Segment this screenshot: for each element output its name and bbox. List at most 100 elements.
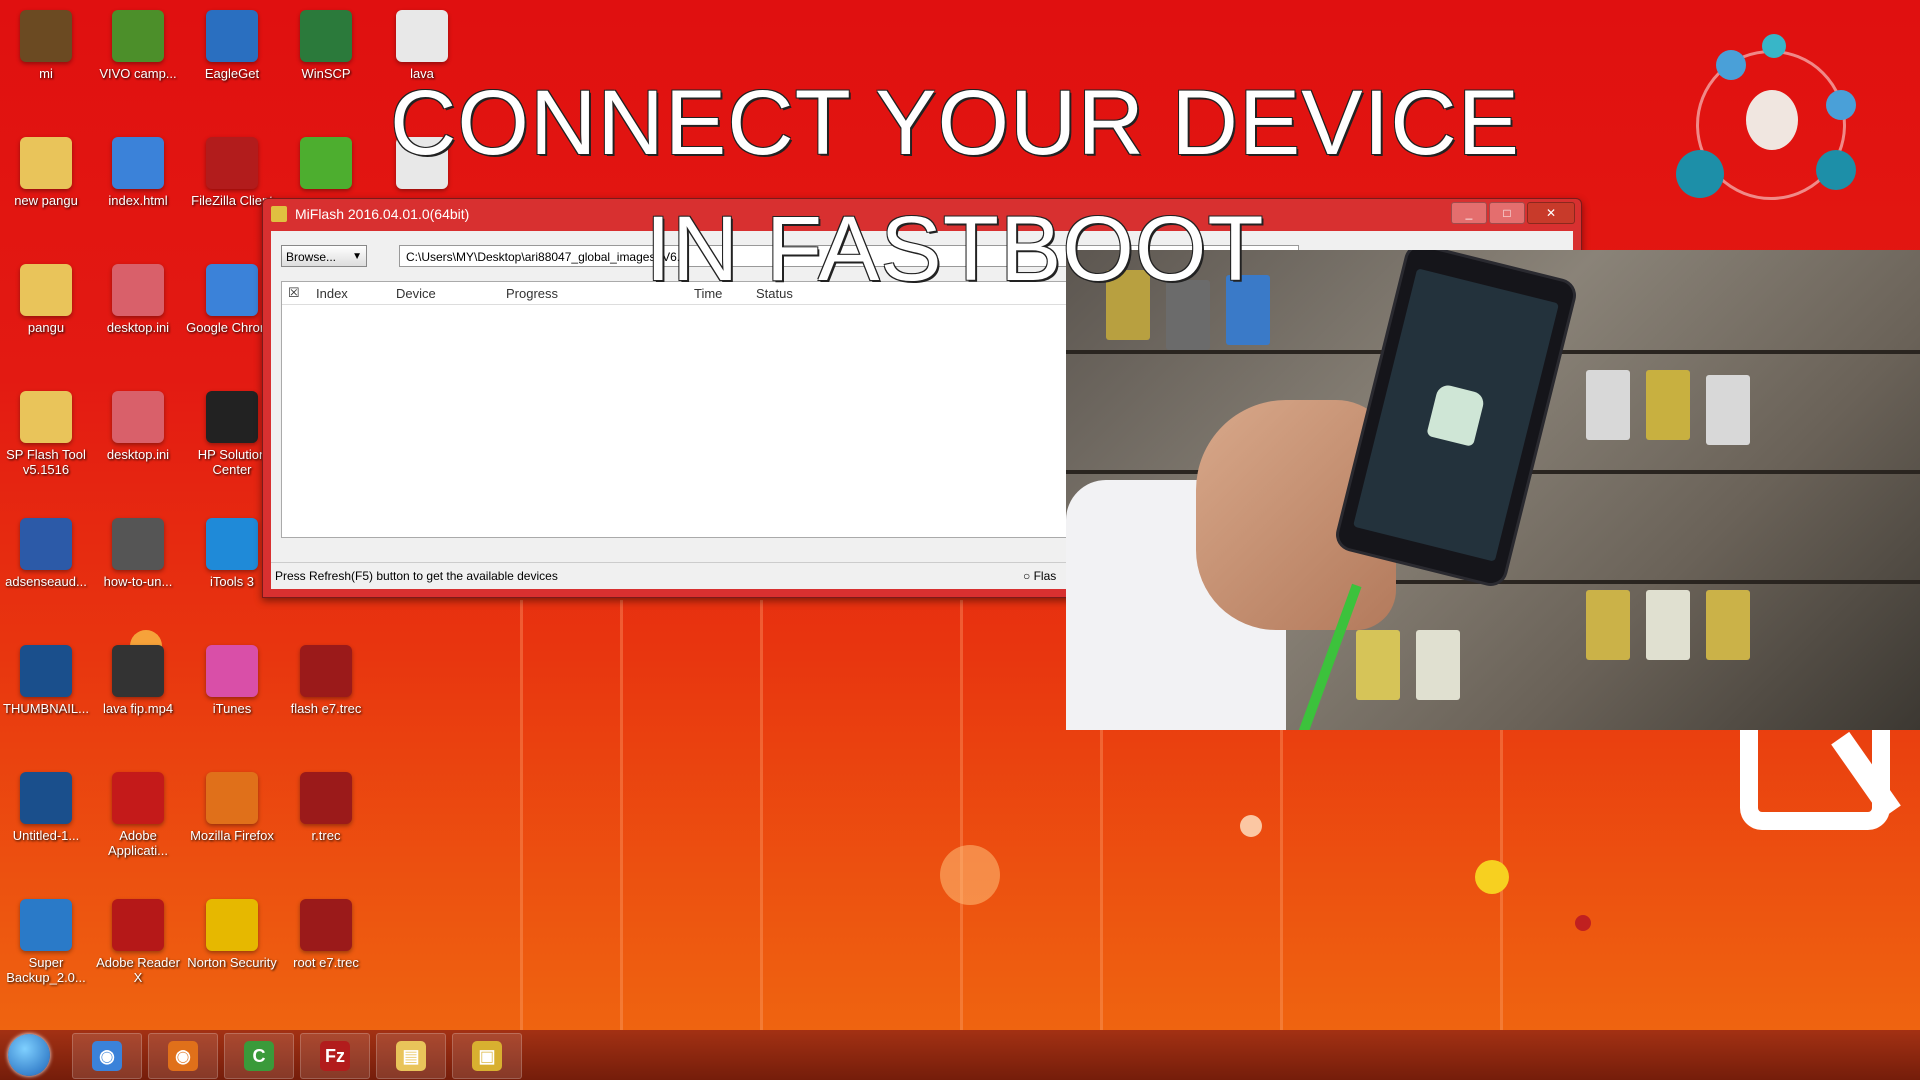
fastboot-screen (1352, 268, 1560, 562)
desktop-icon[interactable]: Norton Security (186, 889, 278, 1009)
filezilla-icon: Fz (320, 1041, 350, 1071)
desktop-icon-label: THUMBNAIL... (3, 701, 89, 716)
firefox-icon: ◉ (168, 1041, 198, 1071)
desktop-icon[interactable]: iTunes (186, 635, 278, 755)
wallpaper-dot (1240, 815, 1262, 837)
norton-icon (206, 899, 258, 951)
desktop-icon[interactable]: Super Backup_2.0... (0, 889, 92, 1009)
desktop-icon-label: adsenseaud... (5, 574, 87, 589)
desktop-icon[interactable]: Adobe Applicati... (92, 762, 184, 882)
photoshop-icon (20, 645, 72, 697)
desktop-icon[interactable]: index.html (92, 127, 184, 247)
hp-icon (206, 391, 258, 443)
product-pack (1706, 375, 1750, 445)
flash-option-radio[interactable]: ○ Flas (1023, 563, 1056, 589)
ini-file-icon (112, 391, 164, 443)
desktop-icon-label: r.trec (311, 828, 341, 843)
product-pack (1586, 370, 1630, 440)
folder-icon (20, 391, 72, 443)
desktop-icon-label: how-to-un... (103, 574, 173, 589)
desktop-icon[interactable]: desktop.ini (92, 381, 184, 501)
desktop-icon-label: new pangu (14, 193, 78, 208)
wallpaper-stripe (760, 600, 763, 1030)
desktop-icon-label: Adobe Reader X (96, 955, 180, 985)
desktop-icon-label: Untitled-1... (12, 828, 80, 843)
start-button[interactable] (8, 1034, 50, 1076)
desktop-icon[interactable]: root e7.trec (280, 889, 372, 1009)
wallpaper-dot (940, 845, 1000, 905)
desktop-icon-label: Super Backup_2.0... (6, 955, 86, 985)
desktop-icon[interactable]: adsenseaud... (0, 508, 92, 628)
image-file-icon (112, 518, 164, 570)
desktop-icon[interactable]: pangu (0, 254, 92, 374)
taskbar-button[interactable]: ◉ (72, 1033, 142, 1079)
desktop-icon[interactable]: desktop.ini (92, 254, 184, 374)
explorer-icon: ▤ (396, 1041, 426, 1071)
desktop-icon-label: lava fip.mp4 (102, 701, 174, 716)
wallpaper-stripe (520, 600, 523, 1030)
trec-file-icon (300, 645, 352, 697)
chrome-icon (112, 137, 164, 189)
desktop-icon[interactable]: lava fip.mp4 (92, 635, 184, 755)
select-all-checkbox[interactable]: ☒ (288, 285, 308, 301)
desktop-icon[interactable]: Untitled-1... (0, 762, 92, 882)
video-file-icon (112, 645, 164, 697)
desktop-icon-label: root e7.trec (293, 955, 359, 970)
desktop-icon[interactable]: Adobe Reader X (92, 889, 184, 1009)
desktop-icon[interactable]: Mozilla Firefox (186, 762, 278, 882)
desktop-icon[interactable]: SP Flash Tool v5.1516 (0, 381, 92, 501)
winscp-icon (300, 10, 352, 62)
miflash-app-icon (271, 206, 287, 222)
desktop-icon[interactable]: r.trec (280, 762, 372, 882)
desktop-icon-label: EagleGet (204, 66, 260, 81)
desktop-icon[interactable]: mi (0, 0, 92, 120)
desktop-icon[interactable]: flash e7.trec (280, 635, 372, 755)
taskbar-button[interactable]: ▣ (452, 1033, 522, 1079)
desktop-icon[interactable]: VIVO camp... (92, 0, 184, 120)
wallpaper-stripe (620, 600, 623, 1030)
document-icon (20, 518, 72, 570)
apk-icon (20, 899, 72, 951)
desktop-icon-label: mi (39, 66, 53, 81)
wallpaper-dot (1575, 915, 1591, 931)
desktop-icon-label: pangu (27, 320, 65, 335)
desktop-icon-label: desktop.ini (106, 447, 170, 462)
taskbar-button[interactable]: C (224, 1033, 294, 1079)
photoshop-icon (20, 772, 72, 824)
desktop-icon-label: desktop.ini (106, 320, 170, 335)
desktop-icon-label: VIVO camp... (99, 66, 177, 81)
itools-icon (206, 518, 258, 570)
taskbar-button[interactable]: ▤ (376, 1033, 446, 1079)
file-icon (396, 10, 448, 62)
desktop-icon-label: index.html (108, 193, 168, 208)
camtasia-icon: C (244, 1041, 274, 1071)
folder-icon (20, 137, 72, 189)
desktop-icon[interactable]: how-to-un... (92, 508, 184, 628)
desktop-icon-label: Mozilla Firefox (190, 828, 274, 843)
chrome-icon: ◉ (92, 1041, 122, 1071)
acrobat-icon (112, 899, 164, 951)
desktop-icon-label: Adobe Applicati... (108, 828, 168, 858)
mi-bunny-icon (1426, 382, 1486, 448)
trec-file-icon (300, 899, 352, 951)
taskbar-button[interactable]: ◉ (148, 1033, 218, 1079)
desktop-icon[interactable]: EagleGet (186, 0, 278, 120)
trec-file-icon (300, 772, 352, 824)
taskbar-button[interactable]: Fz (300, 1033, 370, 1079)
desktop-icon[interactable]: new pangu (0, 127, 92, 247)
desktop-icon-label: iTunes (212, 701, 252, 716)
eagleget-icon (206, 10, 258, 62)
adobe-icon (112, 772, 164, 824)
product-pack (1646, 370, 1690, 440)
desktop-icon-label: flash e7.trec (290, 701, 362, 716)
camera-video-overlay (1066, 250, 1920, 730)
desktop-icon[interactable]: THUMBNAIL... (0, 635, 92, 755)
wallpaper-dot (1475, 860, 1509, 894)
wallpaper-stripe (960, 600, 963, 1030)
flash-option-label: Flas (1033, 569, 1057, 583)
vivo-icon (112, 10, 164, 62)
product-pack (1646, 590, 1690, 660)
product-pack (1416, 630, 1460, 700)
desktop-icon-label: SP Flash Tool v5.1516 (6, 447, 86, 477)
chrome-icon (206, 264, 258, 316)
